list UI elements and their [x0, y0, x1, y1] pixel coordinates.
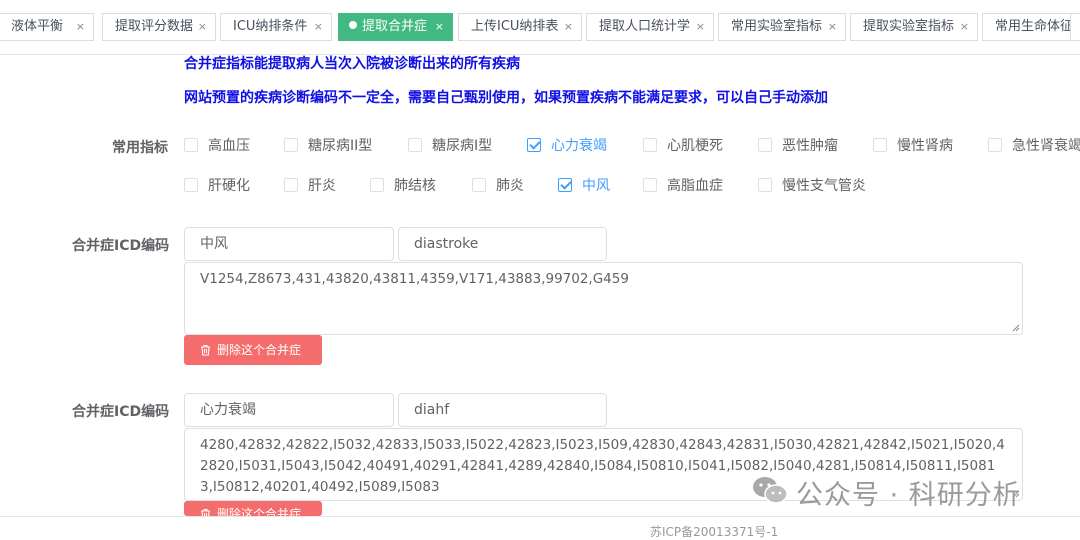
watermark-text: 公众号 · 科研分析	[796, 480, 1021, 511]
checkbox-label: 心肌梗死	[667, 138, 723, 154]
close-icon[interactable]: ×	[696, 14, 705, 40]
checkbox-box[interactable]	[558, 178, 572, 192]
close-icon[interactable]: ×	[198, 14, 207, 40]
delete-comorbidity-button[interactable]: 删除这个合并症	[184, 335, 322, 365]
checkbox-label: 肺炎	[496, 178, 524, 194]
close-icon[interactable]: ×	[314, 14, 323, 40]
footer: 苏ICP备20013371号-1	[0, 516, 1080, 539]
checkbox-label: 肝炎	[308, 178, 336, 194]
checkbox-label: 糖尿病I型	[432, 138, 493, 154]
checkbox-box[interactable]	[408, 138, 422, 152]
checkbox-box[interactable]	[472, 178, 486, 192]
delete-button-label: 删除这个合并症	[217, 343, 302, 357]
checkbox-pneumonia[interactable]: 肺炎	[472, 176, 524, 196]
tab-label: 提取实验室指标	[863, 19, 955, 34]
tab-label: 常用生命体征	[995, 19, 1074, 34]
icd-label: 合并症ICD编码	[72, 238, 170, 254]
close-icon[interactable]: ×	[76, 14, 85, 40]
comorbidity-name-input[interactable]: 心力衰竭	[184, 393, 394, 427]
checkbox-label: 高脂血症	[667, 178, 723, 194]
checkbox-label: 高血压	[208, 138, 250, 154]
checkbox-aki[interactable]: 急性肾衰竭	[988, 136, 1080, 156]
tab-vital-signs[interactable]: 常用生命体征 ×	[982, 13, 1080, 41]
icd-codes-textarea[interactable]: V1254,Z8673,431,43820,43811,4359,V171,43…	[184, 262, 1023, 335]
tab-comorbidity[interactable]: 提取合并症 ×	[338, 13, 453, 41]
checkbox-label: 慢性肾病	[897, 138, 953, 154]
active-dot-icon	[349, 21, 357, 29]
wechat-icon	[753, 477, 788, 504]
checkbox-box[interactable]	[184, 178, 198, 192]
checkbox-box[interactable]	[643, 178, 657, 192]
tab-label: ICU纳排条件	[233, 19, 308, 34]
tab-common-lab[interactable]: 常用实验室指标 ×	[718, 13, 846, 41]
checkbox-chronic-bronchitis[interactable]: 慢性支气管炎	[758, 176, 866, 196]
tab-upload-icu[interactable]: 上传ICU纳排表 ×	[458, 13, 582, 41]
icd-codes-text: V1254,Z8673,431,43820,43811,4359,V171,43…	[200, 271, 629, 287]
checkbox-box[interactable]	[643, 138, 657, 152]
checkbox-box[interactable]	[184, 138, 198, 152]
tab-label: 提取人口统计学	[599, 19, 691, 34]
checkbox-box[interactable]	[758, 138, 772, 152]
checkbox-hypertension[interactable]: 高血压	[184, 136, 250, 156]
delete-button-label: 删除这个合并症	[217, 507, 302, 516]
notice-line-2: 网站预置的疾病诊断编码不一定全，需要自己甄别使用，如果预置疾病不能满足要求，可以…	[184, 90, 828, 106]
checkbox-box[interactable]	[988, 138, 1002, 152]
checkbox-t1dm[interactable]: 糖尿病I型	[408, 136, 492, 156]
tab-lab-indicators[interactable]: 提取实验室指标 ×	[850, 13, 978, 41]
trash-icon	[201, 508, 210, 516]
tabs-scroll-right[interactable]	[1070, 13, 1080, 41]
comorbidity-name-input[interactable]: 中风	[184, 227, 394, 261]
checkbox-box[interactable]	[527, 138, 541, 152]
tab-icu-criteria[interactable]: ICU纳排条件 ×	[220, 13, 332, 41]
tab-label: 提取评分数据	[115, 19, 194, 34]
comorbidity-variable-input[interactable]: diahf	[398, 393, 607, 427]
tabs-bar: 液体平衡 × 提取评分数据 × ICU纳排条件 × 提取合并症 × 上传ICU纳…	[0, 0, 1080, 55]
checkbox-label: 慢性支气管炎	[782, 178, 866, 194]
close-icon[interactable]: ×	[828, 14, 837, 40]
checkbox-heart-failure[interactable]: 心力衰竭	[527, 136, 607, 156]
tab-score-data[interactable]: 提取评分数据 ×	[102, 13, 216, 41]
close-icon[interactable]: ×	[435, 14, 444, 40]
notice-line-1: 合并症指标能提取病人当次入院被诊断出来的所有疾病	[184, 56, 520, 72]
comorbidity-variable-input[interactable]: diastroke	[398, 227, 607, 261]
trash-icon	[201, 344, 210, 356]
checkbox-label: 肝硬化	[208, 178, 250, 194]
checkbox-label: 中风	[582, 178, 610, 194]
tab-demographics[interactable]: 提取人口统计学 ×	[586, 13, 714, 41]
tab-label: 液体平衡	[11, 19, 64, 34]
checkbox-label: 恶性肿瘤	[782, 138, 838, 154]
checkbox-label: 急性肾衰竭	[1012, 138, 1080, 154]
common-indicators-label: 常用指标	[112, 140, 168, 156]
footer-icp: 苏ICP备20013371号-1	[650, 525, 779, 539]
checkbox-hyperlipidemia[interactable]: 高脂血症	[643, 176, 723, 196]
checkbox-box[interactable]	[284, 178, 298, 192]
checkbox-hepatitis[interactable]: 肝炎	[284, 176, 336, 196]
checkbox-cirrhosis[interactable]: 肝硬化	[184, 176, 250, 196]
checkbox-malignancy[interactable]: 恶性肿瘤	[758, 136, 838, 156]
checkbox-box[interactable]	[873, 138, 887, 152]
tab-label: 提取合并症	[362, 19, 428, 34]
icd-label: 合并症ICD编码	[72, 404, 170, 420]
close-icon[interactable]: ×	[960, 14, 969, 40]
checkbox-box[interactable]	[370, 178, 384, 192]
delete-comorbidity-button[interactable]: 删除这个合并症	[184, 501, 322, 516]
checkbox-label: 心力衰竭	[551, 138, 607, 154]
checkbox-t2dm[interactable]: 糖尿病II型	[284, 136, 372, 156]
tab-liquid-balance[interactable]: 液体平衡 ×	[0, 13, 94, 41]
close-icon[interactable]: ×	[564, 14, 573, 40]
checkbox-label: 糖尿病II型	[308, 138, 373, 154]
checkbox-ckd[interactable]: 慢性肾病	[873, 136, 953, 156]
tab-label: 上传ICU纳排表	[471, 19, 559, 34]
checkbox-box[interactable]	[284, 138, 298, 152]
checkbox-tuberculosis[interactable]: 肺结核	[370, 176, 436, 196]
tab-label: 常用实验室指标	[731, 19, 823, 34]
checkbox-mi[interactable]: 心肌梗死	[643, 136, 723, 156]
resize-grip-icon[interactable]	[1010, 322, 1020, 332]
checkbox-stroke[interactable]: 中风	[558, 176, 610, 196]
checkbox-box[interactable]	[758, 178, 772, 192]
checkbox-label: 肺结核	[394, 178, 436, 194]
